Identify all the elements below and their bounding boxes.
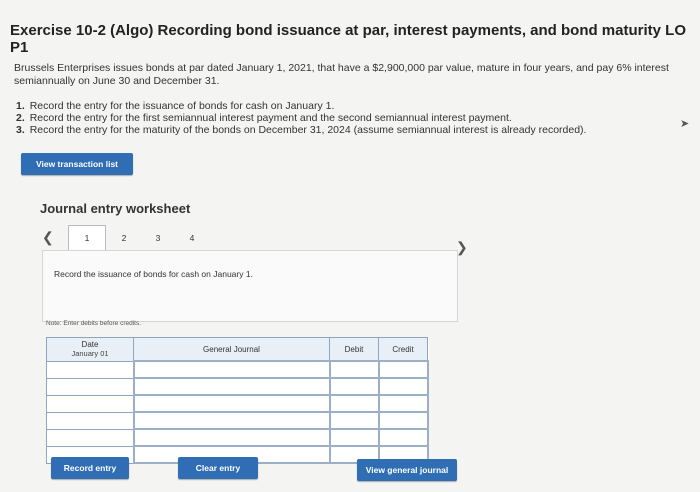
journal-grid: Date January 01 General Journal Debit Cr…: [46, 337, 429, 464]
date-cell[interactable]: [46, 428, 134, 447]
account-cell[interactable]: [132, 411, 331, 430]
record-entry-button[interactable]: Record entry: [51, 457, 129, 479]
debit-cell[interactable]: [328, 428, 380, 447]
debit-cell[interactable]: [328, 377, 380, 396]
debit-credit-note: Note: Enter debits before credits.: [46, 320, 142, 327]
date-cell[interactable]: [46, 360, 134, 379]
date-header-label: Date: [81, 340, 99, 350]
account-cell[interactable]: [132, 394, 331, 413]
credit-cell[interactable]: [377, 394, 429, 413]
debit-cell[interactable]: [328, 411, 380, 430]
tab-3[interactable]: 3: [148, 233, 168, 243]
view-general-journal-button[interactable]: View general journal: [357, 459, 457, 481]
credit-cell[interactable]: [377, 411, 429, 430]
date-header: Date January 01: [46, 337, 134, 362]
worksheet-tabs: ❮ 1 2 3 4 ❯: [38, 225, 478, 255]
step-item: 1. Record the entry for the issuance of …: [16, 100, 676, 112]
grid-header-row: Date January 01 General Journal Debit Cr…: [46, 337, 428, 362]
worksheet-title: Journal entry worksheet: [40, 201, 191, 216]
step-item: 3. Record the entry for the maturity of …: [16, 124, 676, 136]
account-cell[interactable]: [132, 428, 331, 447]
date-cell[interactable]: [46, 377, 134, 396]
step-number: 1.: [16, 100, 25, 112]
date-cell[interactable]: [46, 394, 134, 413]
table-row: [46, 428, 429, 447]
exercise-title: Exercise 10-2 (Algo) Recording bond issu…: [10, 22, 686, 56]
credit-cell[interactable]: [377, 377, 429, 396]
debit-header: Debit: [329, 337, 379, 362]
table-row: [46, 360, 429, 379]
date-value[interactable]: January 01: [47, 349, 133, 358]
credit-cell[interactable]: [377, 360, 429, 379]
date-cell[interactable]: [46, 411, 134, 430]
table-row: [46, 394, 429, 413]
mouse-cursor-icon: ➤: [680, 118, 690, 130]
chevron-left-icon[interactable]: ❮: [42, 229, 54, 246]
instruction-text: Record the issuance of bonds for cash on…: [54, 269, 253, 279]
step-text: Record the entry for the maturity of the…: [29, 124, 587, 136]
view-transaction-list-button[interactable]: View transaction list: [21, 153, 133, 175]
debit-cell[interactable]: [328, 360, 380, 379]
tab-1[interactable]: 1: [68, 225, 106, 251]
step-number: 2.: [16, 112, 25, 124]
exercise-intro: Brussels Enterprises issues bonds at par…: [14, 62, 669, 87]
account-cell[interactable]: [132, 360, 331, 379]
credit-header: Credit: [378, 337, 428, 362]
general-journal-header: General Journal: [133, 337, 330, 362]
step-item: 2. Record the entry for the first semian…: [16, 112, 676, 124]
instruction-panel: Record the issuance of bonds for cash on…: [42, 250, 458, 322]
debit-cell[interactable]: [328, 394, 380, 413]
tab-2[interactable]: 2: [114, 233, 134, 243]
step-text: Record the entry for the issuance of bon…: [29, 100, 335, 112]
step-list: 1. Record the entry for the issuance of …: [16, 100, 676, 136]
tab-4[interactable]: 4: [182, 233, 202, 243]
table-row: [46, 411, 429, 430]
table-row: [46, 377, 429, 396]
step-number: 3.: [16, 124, 25, 136]
clear-entry-button[interactable]: Clear entry: [178, 457, 258, 479]
step-text: Record the entry for the first semiannua…: [29, 112, 512, 124]
credit-cell[interactable]: [377, 428, 429, 447]
account-cell[interactable]: [132, 377, 331, 396]
